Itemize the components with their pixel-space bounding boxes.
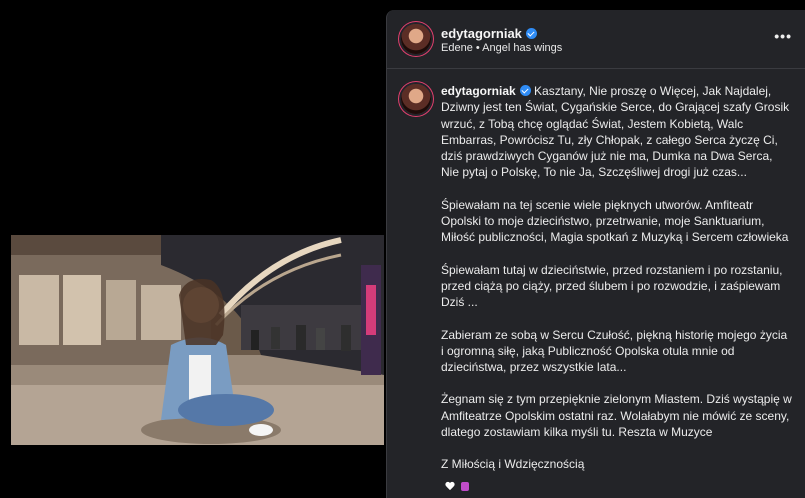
post-header: edytagorniak Edene • Angel has wings •••	[387, 10, 805, 69]
caption-paragraph: Zabieram ze sobą w Sercu Czułość, piękną…	[441, 327, 788, 375]
caption-paragraph: Żegnam się z tym przepięknie zielonym Mi…	[441, 392, 792, 440]
stage-photo	[11, 235, 384, 445]
gift-icon	[461, 482, 469, 491]
username-link[interactable]: edytagorniak	[441, 26, 537, 41]
more-options-icon[interactable]: •••	[774, 28, 792, 44]
avatar[interactable]	[401, 24, 431, 54]
post-media[interactable]	[11, 235, 384, 445]
caption-username-text: edytagorniak	[441, 84, 516, 98]
verified-icon	[519, 85, 531, 96]
caption-paragraph: Śpiewałam tutaj w dzieciństwie, przed ro…	[441, 262, 783, 310]
post-panel: edytagorniak Edene • Angel has wings •••…	[386, 10, 805, 498]
caption-text: Kasztany, Nie proszę o Więcej, Jak Najda…	[441, 84, 790, 180]
caption-avatar[interactable]	[401, 84, 431, 114]
heart-icon	[445, 482, 455, 491]
username-text: edytagorniak	[441, 26, 522, 41]
caption-paragraph: edytagorniak Kasztany, Nie proszę o Więc…	[441, 83, 793, 181]
reaction-icons	[445, 482, 469, 494]
caption-paragraph: Śpiewałam na tej scenie wiele pięknych u…	[441, 197, 789, 245]
audio-subtitle[interactable]: Edene • Angel has wings	[441, 42, 562, 54]
verified-icon	[525, 28, 537, 39]
caption-paragraph: Z Miłością i Wdzięcznością	[441, 457, 585, 472]
caption-username-link[interactable]: edytagorniak	[441, 84, 531, 98]
post-caption: edytagorniak Kasztany, Nie proszę o Więc…	[441, 83, 793, 489]
